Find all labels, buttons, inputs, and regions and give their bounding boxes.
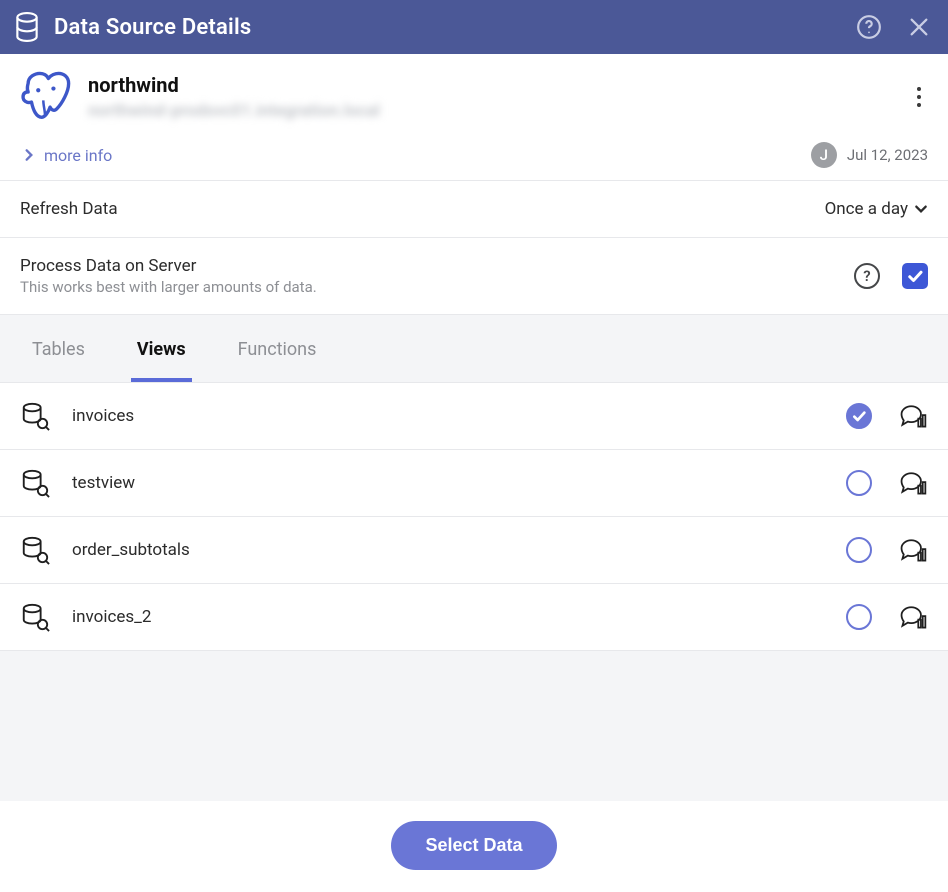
view-row: invoices — [0, 383, 948, 450]
chevron-down-icon — [914, 204, 928, 214]
select-data-button[interactable]: Select Data — [391, 821, 556, 870]
view-row: order_subtotals — [0, 517, 948, 584]
process-data-sub: This works best with larger amounts of d… — [20, 278, 854, 296]
views-list: invoices testview — [0, 383, 948, 801]
created-date: Jul 12, 2023 — [847, 146, 928, 164]
view-icon — [20, 468, 50, 498]
footer: Select Data — [0, 801, 948, 892]
refresh-data-label: Refresh Data — [20, 199, 825, 219]
view-icon — [20, 535, 50, 565]
database-icon — [14, 12, 40, 42]
refresh-frequency-value: Once a day — [825, 199, 908, 219]
view-icon — [20, 401, 50, 431]
tab-views[interactable]: Views — [131, 319, 192, 382]
tab-tables[interactable]: Tables — [26, 319, 91, 382]
more-info-row: more info J Jul 12, 2023 — [0, 134, 948, 181]
view-row: invoices_2 — [0, 584, 948, 651]
view-icon — [20, 602, 50, 632]
select-view-radio[interactable] — [846, 403, 872, 429]
more-menu-button[interactable] — [908, 79, 930, 115]
user-avatar[interactable]: J — [811, 142, 837, 168]
refresh-data-row: Refresh Data Once a day — [0, 181, 948, 238]
titlebar: Data Source Details — [0, 0, 948, 54]
more-info-label: more info — [44, 146, 112, 165]
annotate-icon[interactable] — [898, 469, 928, 497]
view-name: testview — [72, 473, 846, 493]
help-icon[interactable] — [856, 14, 882, 40]
postgres-logo-icon — [18, 70, 72, 124]
tabs-bar: Tables Views Functions — [0, 315, 948, 383]
view-row: testview — [0, 450, 948, 517]
select-view-radio[interactable] — [846, 604, 872, 630]
select-view-radio[interactable] — [846, 537, 872, 563]
view-name: invoices — [72, 406, 846, 426]
page-title: Data Source Details — [54, 15, 856, 40]
refresh-frequency-select[interactable]: Once a day — [825, 199, 928, 219]
tab-functions[interactable]: Functions — [232, 319, 323, 382]
annotate-icon[interactable] — [898, 603, 928, 631]
datasource-header: northwind northwind-prodsvc01.integratio… — [0, 54, 948, 134]
view-name: order_subtotals — [72, 540, 846, 560]
datasource-name: northwind — [88, 73, 908, 97]
select-view-radio[interactable] — [846, 470, 872, 496]
close-icon[interactable] — [908, 16, 930, 38]
annotate-icon[interactable] — [898, 402, 928, 430]
more-info-toggle[interactable]: more info — [24, 146, 112, 165]
process-data-checkbox[interactable] — [902, 263, 928, 289]
process-data-label: Process Data on Server — [20, 256, 854, 276]
datasource-subtitle: northwind-prodsvc01.integration.local — [88, 101, 908, 121]
view-name: invoices_2 — [72, 607, 846, 627]
annotate-icon[interactable] — [898, 536, 928, 564]
process-data-help-icon[interactable]: ? — [854, 263, 880, 289]
process-data-row: Process Data on Server This works best w… — [0, 238, 948, 315]
